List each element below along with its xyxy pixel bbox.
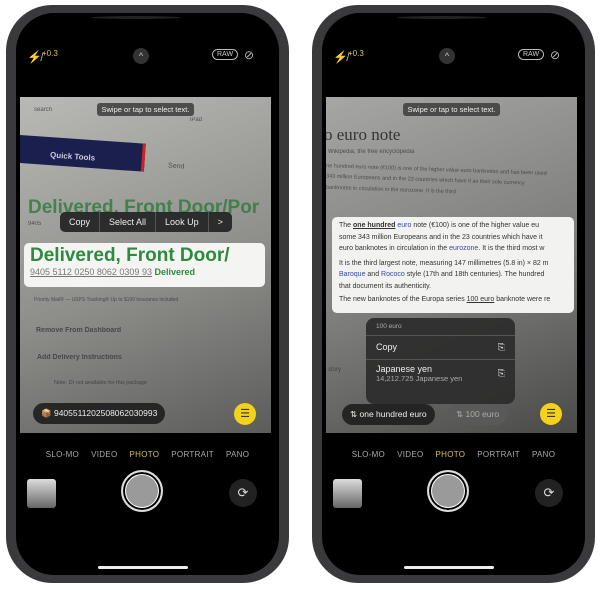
copy-menu-item[interactable]: Copy ⎘ (366, 336, 515, 360)
bg-text: Send (167, 162, 185, 171)
look-up-button[interactable]: Look Up (156, 212, 209, 232)
bg-text: Priority Mail® — USPS Tracking® Up to $1… (34, 297, 179, 303)
speaker (91, 16, 181, 19)
phone-right: ⚡̸ +0.3 ^ RAW ⊘ Swipe or tap to select t… (312, 5, 595, 583)
mode-portrait[interactable]: PORTRAIT (171, 450, 214, 459)
live-photo-off-icon[interactable]: ⊘ (244, 48, 254, 62)
menu-header: 100 euro (366, 318, 515, 336)
mode-video[interactable]: VIDEO (91, 450, 117, 459)
unit-chip-primary[interactable]: ⇅ one hundred euro (342, 404, 435, 425)
exposure-value[interactable]: +0.3 (42, 49, 58, 58)
bg-text: search (34, 107, 53, 113)
tracking-number-link[interactable]: 9405 5112 0250 8062 0309 93 (30, 267, 152, 277)
select-text-hint: Swipe or tap to select text. (96, 103, 195, 116)
selected-text-box[interactable]: Delivered, Front Door/ 9405 5112 0250 80… (24, 243, 265, 287)
copy-icon: ⎘ (497, 368, 505, 378)
mode-video[interactable]: VIDEO (397, 450, 423, 459)
bg-text: banknotes in circulation in the eurozone… (326, 184, 457, 196)
select-all-button[interactable]: Select All (100, 212, 157, 232)
mode-selector: SLO-MO VIDEO PHOTO PORTRAIT PANO (16, 450, 279, 459)
100-euro-link[interactable]: 100 euro (467, 296, 495, 303)
mode-pano[interactable]: PANO (532, 450, 555, 459)
unit-chip-secondary[interactable]: ⇅ 100 euro (448, 404, 508, 425)
bg-text: Remove From Dashboard (36, 327, 122, 334)
conversion-menu: 100 euro Copy ⎘ Japanese yen 14,212.725 Ja… (366, 318, 515, 404)
viewfinder[interactable]: Swipe or tap to select text. o euro note… (326, 97, 577, 433)
live-photo-off-icon[interactable]: ⊘ (550, 48, 560, 62)
mode-photo[interactable]: PHOTO (129, 450, 159, 459)
phone-left: ⚡̸ +0.3 ^ RAW ⊘ search iPad Swipe or tap… (6, 5, 289, 583)
delivered-status: Delivered (154, 267, 195, 277)
flash-off-icon[interactable]: ⚡̸ (333, 50, 348, 64)
more-button[interactable]: > (209, 212, 232, 232)
conversion-icon: ⇅ (456, 409, 464, 419)
viewfinder[interactable]: search iPad Swipe or tap to select text.… (20, 97, 271, 433)
shutter-button[interactable] (427, 470, 469, 512)
camera-screen: ⚡̸ +0.3 ^ RAW ⊘ search iPad Swipe or tap… (16, 13, 279, 575)
exposure-value[interactable]: +0.3 (348, 49, 364, 58)
camera-screen: ⚡̸ +0.3 ^ RAW ⊘ Swipe or tap to select t… (322, 13, 585, 575)
raw-toggle[interactable]: RAW (518, 49, 545, 60)
package-icon: 📦 (41, 408, 52, 418)
flip-camera-icon[interactable]: ⟳ (229, 479, 257, 507)
photo-thumbnail[interactable] (27, 479, 56, 508)
raw-toggle[interactable]: RAW (212, 49, 239, 60)
shutter-button[interactable] (121, 470, 163, 512)
bg-text: o euro note (326, 125, 401, 144)
convert-menu-item[interactable]: Japanese yen 14,212.725 Japanese yen ⎘ (366, 360, 515, 387)
flip-camera-icon[interactable]: ⟳ (535, 479, 563, 507)
bg-text: Note: DI not available for this package (54, 380, 147, 386)
selected-text-box[interactable]: The one hundred euro note (€100) is one … (332, 217, 574, 313)
bg-text: story (328, 367, 342, 373)
mode-photo[interactable]: PHOTO (435, 450, 465, 459)
photo-thumbnail[interactable] (333, 479, 362, 508)
select-text-hint: Swipe or tap to select text. (402, 103, 501, 116)
mode-pano[interactable]: PANO (226, 450, 249, 459)
home-indicator[interactable] (98, 566, 188, 569)
copy-button[interactable]: Copy (60, 212, 101, 232)
conversion-icon: ⇅ (350, 409, 358, 419)
tracking-chip-label: 9405511202508062030993 (53, 408, 158, 418)
home-indicator[interactable] (404, 566, 494, 569)
one-hundred-link[interactable]: one hundred (353, 222, 395, 229)
bg-text: 9405 (28, 221, 42, 227)
selected-heading: Delivered, Front Door/ (30, 245, 230, 266)
live-text-icon[interactable]: ☰ (234, 403, 256, 425)
live-text-icon[interactable]: ☰ (540, 403, 562, 425)
text-context-menu: Copy Select All Look Up > (60, 212, 232, 232)
flash-off-icon[interactable]: ⚡̸ (27, 50, 42, 64)
bg-text: Add Delivery Instructions (37, 354, 122, 361)
mode-slo-mo[interactable]: SLO-MO (46, 450, 79, 459)
bg-text: iPad (190, 117, 203, 123)
mode-slo-mo[interactable]: SLO-MO (352, 450, 385, 459)
bg-text: Wikipedia, the free encyclopedia (328, 149, 415, 155)
chevron-up-icon[interactable]: ^ (439, 48, 455, 64)
speaker (397, 16, 487, 19)
mode-portrait[interactable]: PORTRAIT (477, 450, 520, 459)
chevron-up-icon[interactable]: ^ (133, 48, 149, 64)
bg-text: 343 million Europeans and in the 23 coun… (326, 173, 525, 187)
mode-selector: SLO-MO VIDEO PHOTO PORTRAIT PANO (322, 450, 585, 459)
tracking-chip[interactable]: 📦 9405511202508062030993 (33, 403, 166, 424)
copy-icon: ⎘ (497, 342, 505, 352)
